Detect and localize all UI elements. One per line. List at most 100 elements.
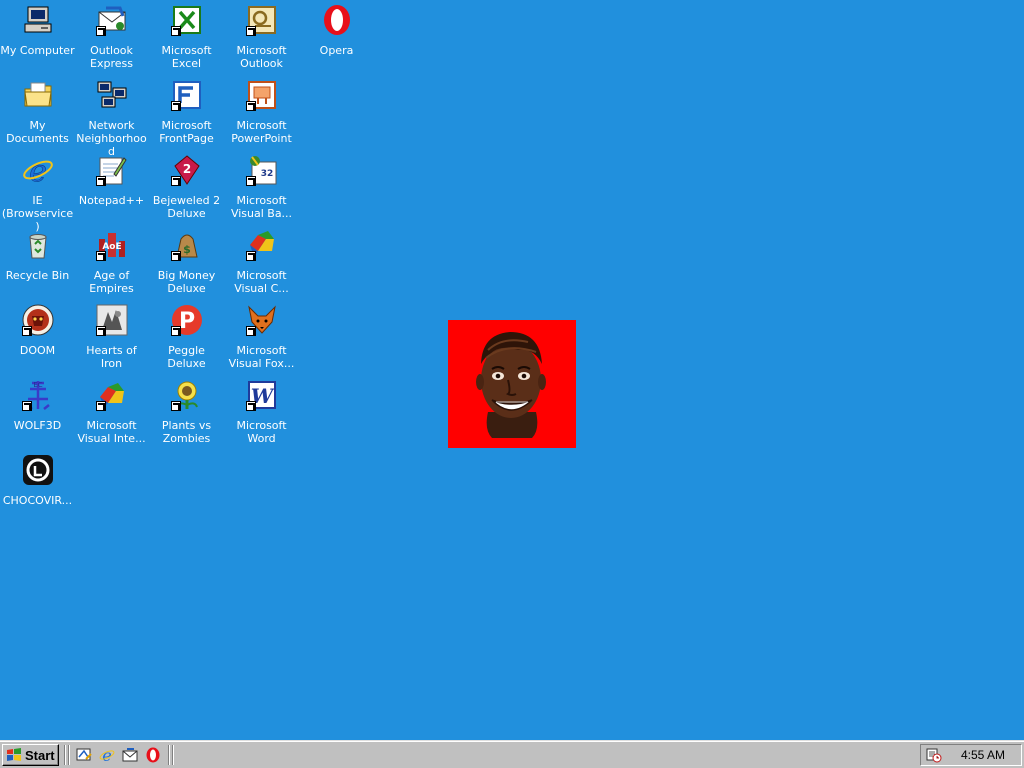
network-neighborhood-icon: [96, 79, 128, 111]
shortcut-arrow-icon: [21, 326, 32, 336]
icon-label: Microsoft Visual C...: [234, 269, 289, 295]
desktop-icon-bejeweled-2[interactable]: 2 Bejeweled 2 Deluxe: [149, 152, 224, 224]
svg-text:e: e: [29, 154, 47, 186]
shortcut-arrow-icon: [95, 251, 106, 261]
desktop-icon-powerpoint[interactable]: Microsoft PowerPoint: [224, 77, 299, 149]
desktop-icon-outlook[interactable]: Microsoft Outlook: [224, 2, 299, 74]
svg-text:EC: EC: [33, 381, 42, 389]
desktop-icon-recycle-bin[interactable]: Recycle Bin: [0, 227, 75, 299]
desktop-icon-big-money[interactable]: $ Big Money Deluxe: [149, 227, 224, 299]
desktop-icon-hearts-of-iron[interactable]: Hearts of Iron: [74, 302, 149, 374]
desktop-icon-visual-basic[interactable]: 32 Microsoft Visual Ba...: [224, 152, 299, 224]
scheduler-tray-icon[interactable]: [926, 747, 942, 763]
bejeweled-icon: 2: [170, 154, 203, 186]
quick-launch-outlook-express-icon[interactable]: [122, 747, 138, 763]
shortcut-arrow-icon: [170, 251, 181, 261]
icon-label: Outlook Express: [90, 44, 133, 70]
shortcut-arrow-icon: [170, 176, 181, 186]
icon-label: CHOCOVIR...: [2, 494, 73, 507]
desktop-icon-wolf3d[interactable]: EC WOLF3D: [0, 377, 75, 449]
hearts-of-iron-icon: [95, 304, 128, 336]
quick-launch-internet-explorer-icon[interactable]: e: [99, 747, 115, 763]
icon-label: Notepad++: [78, 194, 145, 207]
desktop-icon-age-of-empires[interactable]: AoE Age of Empires: [74, 227, 149, 299]
internet-explorer-icon: e: [22, 154, 54, 186]
desktop-icon-frontpage[interactable]: Microsoft FrontPage: [149, 77, 224, 149]
visual-basic-icon: 32: [245, 154, 278, 186]
shortcut-arrow-icon: [21, 401, 32, 411]
desktop[interactable]: My Computer My Documents e IE (Browservi…: [0, 0, 1024, 740]
shortcut-arrow-icon: [95, 176, 106, 186]
desktop-icon-visual-cpp[interactable]: Microsoft Visual C...: [224, 227, 299, 299]
shortcut-arrow-icon: [245, 26, 256, 36]
taskbar-separator: [68, 745, 70, 765]
windows-logo-icon: [7, 748, 21, 761]
desktop-icon-opera[interactable]: Opera: [299, 2, 374, 74]
desktop-icon-notepad-plus-plus[interactable]: Notepad++: [74, 152, 149, 224]
icon-label: Microsoft FrontPage: [159, 119, 214, 145]
shortcut-arrow-icon: [170, 401, 181, 411]
start-label: Start: [25, 747, 55, 763]
shortcut-arrow-icon: [170, 101, 181, 111]
shortcut-arrow-icon: [170, 326, 181, 336]
svg-text:2: 2: [182, 162, 190, 176]
icon-label: My Documents: [6, 119, 69, 145]
shortcut-arrow-icon: [245, 176, 256, 186]
desktop-icon-plants-vs-zombies[interactable]: Plants vs Zombies: [149, 377, 224, 449]
start-button[interactable]: Start: [2, 744, 59, 766]
icon-label: Microsoft Excel: [161, 44, 212, 70]
desktop-icon-my-documents[interactable]: My Documents: [0, 77, 75, 149]
recycle-bin-icon: [22, 229, 54, 261]
desktop-icon-doom[interactable]: DOOM: [0, 302, 75, 374]
outlook-icon: [245, 4, 278, 36]
big-money-icon: $: [170, 229, 203, 261]
desktop-icon-visual-interdev[interactable]: Microsoft Visual Inte...: [74, 377, 149, 449]
desktop-icon-network-neighborhood[interactable]: Network Neighborhood: [74, 77, 149, 158]
taskbar-separator: [168, 745, 170, 765]
clock[interactable]: 4:55 AM: [961, 748, 1005, 762]
desktop-icon-ie-browservice[interactable]: e IE (Browservice): [0, 152, 75, 233]
desktop-icon-word[interactable]: W Microsoft Word: [224, 377, 299, 449]
icon-label: DOOM: [19, 344, 56, 357]
wolf3d-icon: EC: [21, 379, 54, 411]
icon-label: Microsoft Visual Inte...: [77, 419, 146, 445]
desktop-icon-peggle[interactable]: P Peggle Deluxe: [149, 302, 224, 374]
system-tray: 4:55 AM: [920, 744, 1022, 766]
shortcut-arrow-icon: [95, 26, 106, 36]
svg-text:P: P: [178, 309, 194, 334]
desktop-icon-visual-foxpro[interactable]: Microsoft Visual Fox...: [224, 302, 299, 374]
shortcut-arrow-icon: [245, 101, 256, 111]
icon-label: Microsoft Outlook: [236, 44, 287, 70]
icon-label: My Computer: [0, 44, 75, 57]
icon-label: Recycle Bin: [5, 269, 70, 282]
opera-icon: [321, 4, 353, 36]
icon-label: Microsoft Visual Fox...: [228, 344, 295, 370]
desktop-icon-excel[interactable]: Microsoft Excel: [149, 2, 224, 74]
desktop-icon-my-computer[interactable]: My Computer: [0, 2, 75, 74]
desktop-icon-chocovir[interactable]: CHOCOVIR...: [0, 452, 75, 524]
icon-label: Plants vs Zombies: [161, 419, 212, 445]
notepad-plus-plus-icon: [95, 154, 128, 186]
grinning-face-image[interactable]: [448, 320, 576, 448]
shortcut-arrow-icon: [95, 401, 106, 411]
visual-interdev-icon: [95, 379, 128, 411]
shortcut-arrow-icon: [245, 326, 256, 336]
show-desktop-icon[interactable]: [76, 747, 92, 763]
powerpoint-icon: [245, 79, 278, 111]
icon-label: Microsoft Word: [236, 419, 287, 445]
outlook-express-icon: [95, 4, 128, 36]
age-of-empires-icon: AoE: [95, 229, 128, 261]
shortcut-arrow-icon: [95, 326, 106, 336]
shortcut-arrow-icon: [170, 26, 181, 36]
frontpage-icon: [170, 79, 203, 111]
svg-text:e: e: [102, 747, 111, 763]
word-icon: W: [245, 379, 278, 411]
peggle-icon: P: [170, 304, 203, 336]
desktop-icon-outlook-express[interactable]: Outlook Express: [74, 2, 149, 74]
quick-launch-opera-icon[interactable]: [145, 747, 161, 763]
taskbar-separator: [64, 745, 66, 765]
icon-label: Peggle Deluxe: [167, 344, 206, 370]
doom-icon: [21, 304, 54, 336]
my-documents-icon: [22, 79, 54, 111]
my-computer-icon: [22, 4, 54, 36]
